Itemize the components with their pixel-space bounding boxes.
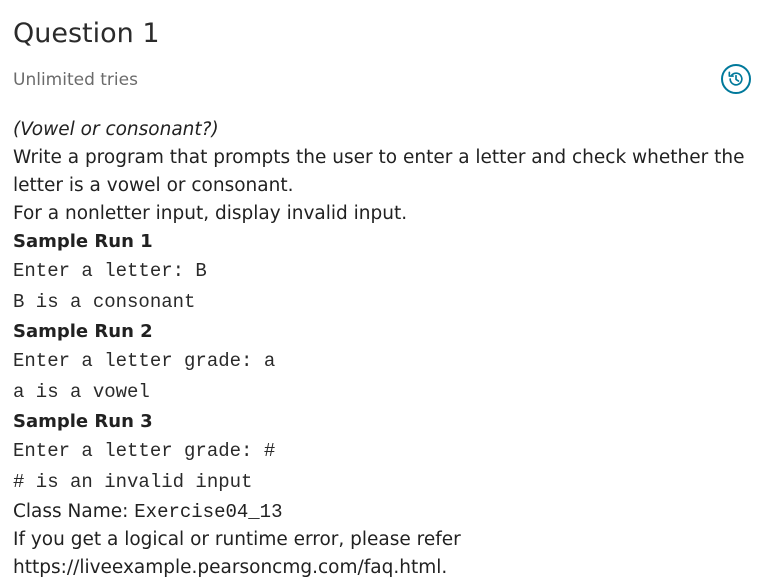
faq-link[interactable]: https://liveexample.pearsoncmg.com/faq.h… (13, 554, 765, 582)
help-text: If you get a logical or runtime error, p… (13, 529, 461, 550)
sample-run-heading: Sample Run 2 (13, 321, 153, 342)
sample-output-line: Enter a letter grade: a (13, 350, 276, 372)
exercise-topic: (Vowel or consonant?) (13, 119, 219, 140)
sample-output-line: # is an invalid input (13, 471, 253, 493)
class-name-label: Class Name: (13, 501, 129, 522)
class-name-value: Exercise04_13 (134, 501, 283, 523)
history-icon (728, 71, 743, 86)
question-title: Question 1 (13, 18, 160, 49)
history-button[interactable] (721, 64, 751, 94)
sample-run-heading: Sample Run 1 (13, 231, 153, 252)
description-line: Write a program that prompts the user to… (13, 147, 745, 168)
sample-output-line: a is a vowel (13, 381, 150, 403)
sample-output-line: B is a consonant (13, 291, 196, 313)
sample-output-line: Enter a letter: B (13, 260, 207, 282)
description-line: letter is a vowel or consonant. (13, 175, 294, 196)
description-line: For a nonletter input, display invalid i… (13, 203, 408, 224)
question-body: (Vowel or consonant?) Write a program th… (13, 116, 765, 582)
sample-output-line: Enter a letter grade: # (13, 440, 276, 462)
sample-run-heading: Sample Run 3 (13, 411, 153, 432)
tries-label: Unlimited tries (13, 70, 138, 90)
class-name-row: Class Name: Exercise04_13 (13, 498, 765, 526)
